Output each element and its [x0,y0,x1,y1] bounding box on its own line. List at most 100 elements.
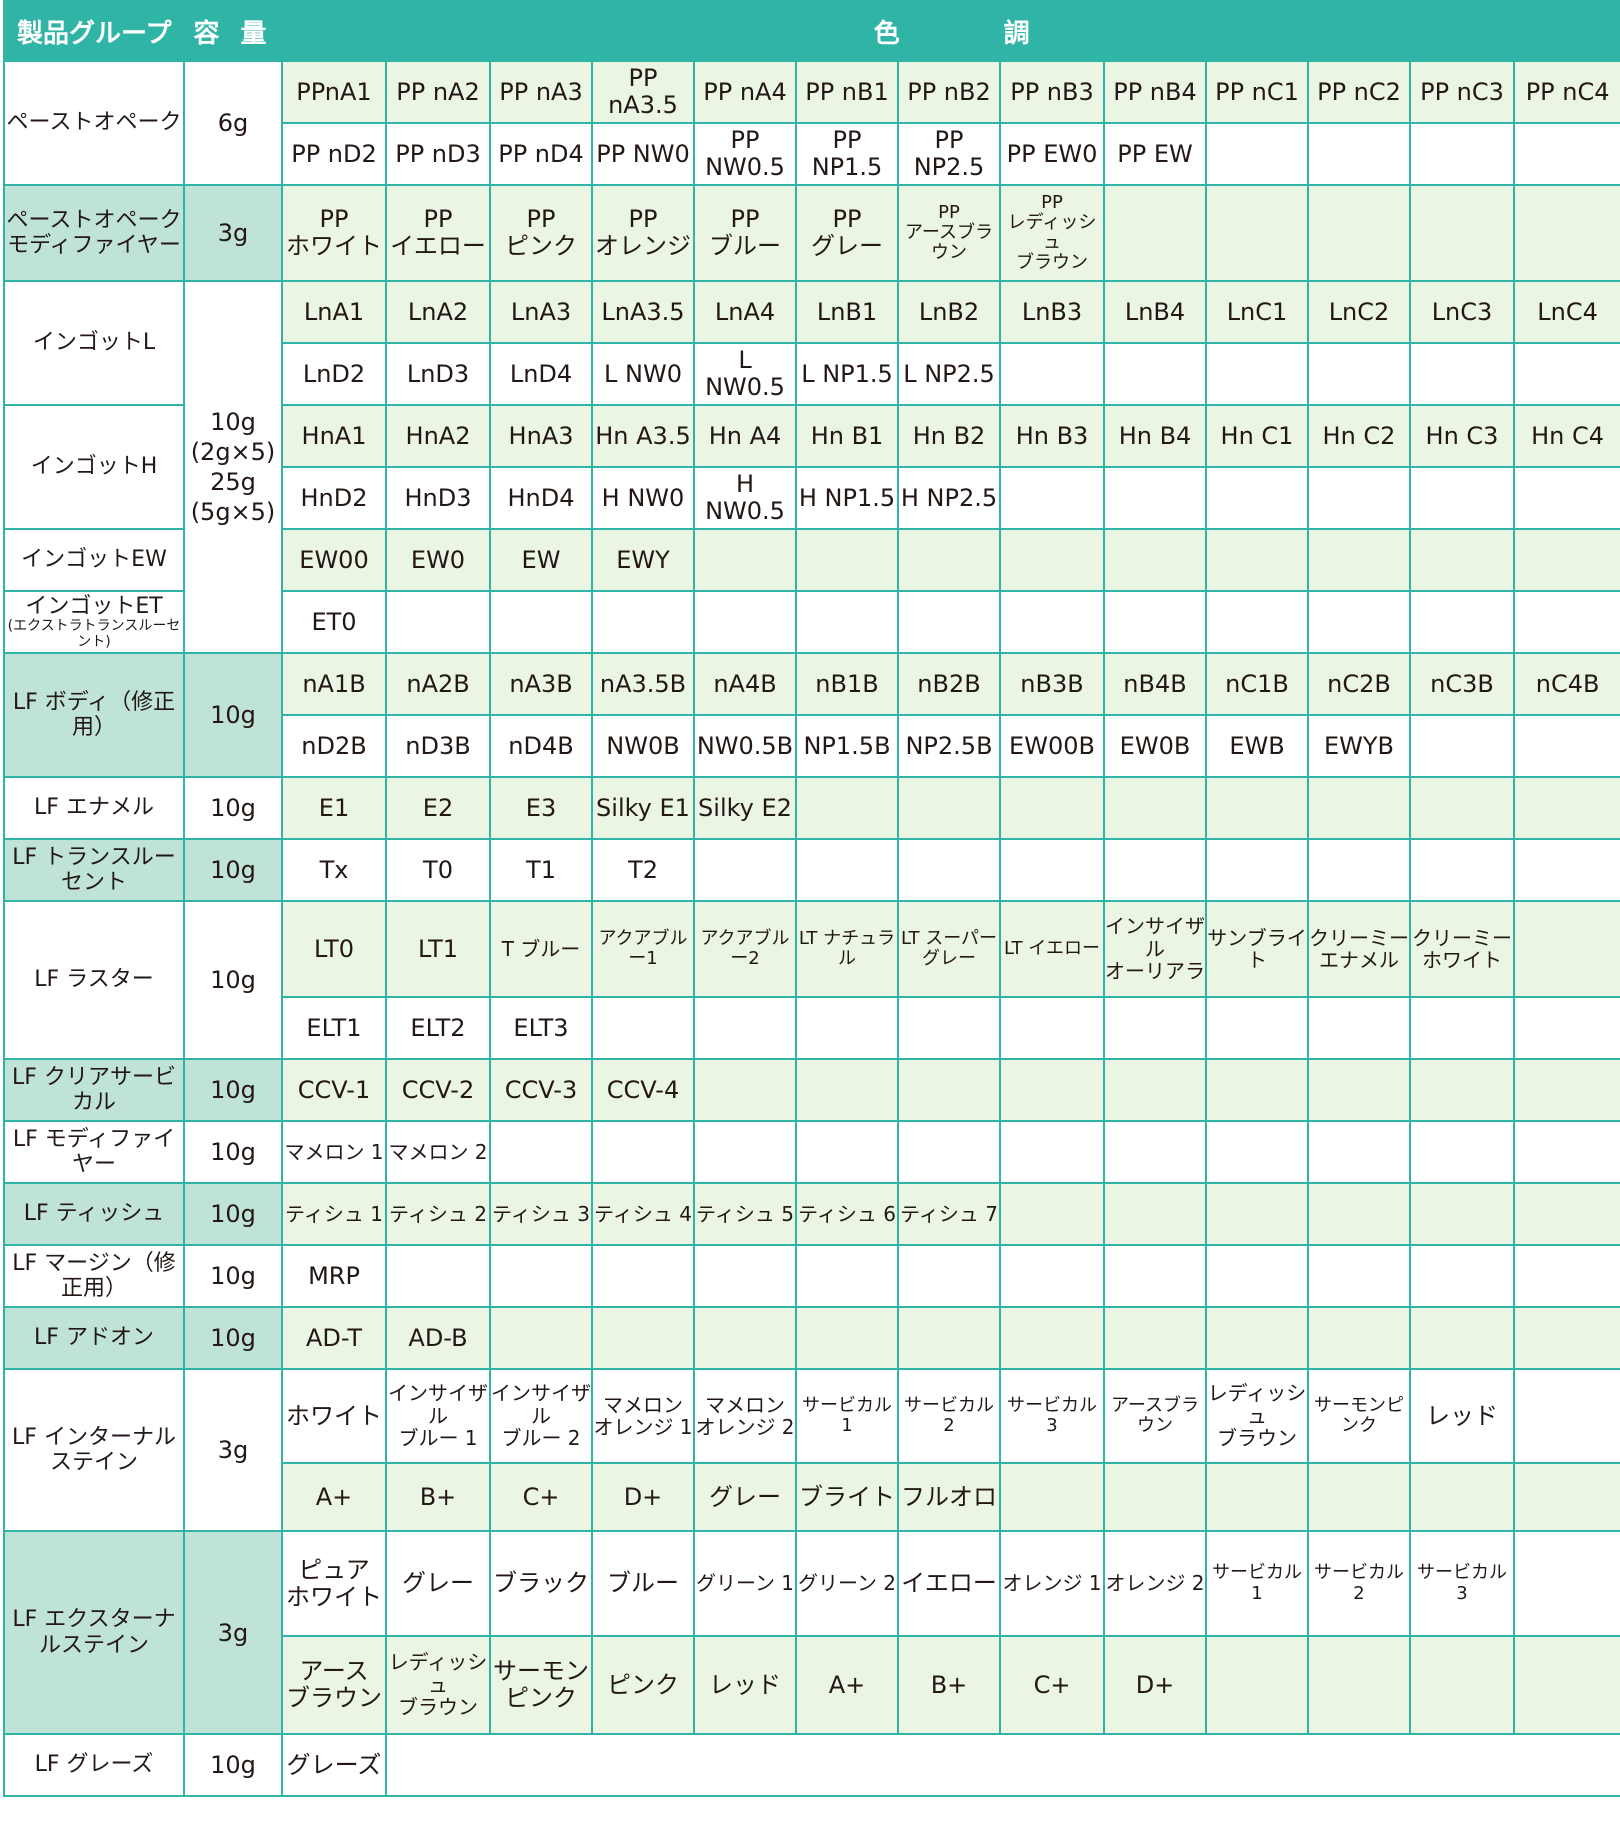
empty-cell [693,1244,797,1308]
empty-cell [693,1058,797,1122]
empty-cell [999,838,1105,902]
color-shade-cell: グリーン 2 [795,1530,899,1637]
color-shade-cell: T2 [591,838,695,902]
color-shade-cell: PPnA1 [281,60,387,124]
color-shade-cell: LnD2 [281,342,387,406]
color-shade-cell: インサイザル ブルー 2 [489,1368,593,1464]
color-shade-cell: サンブライト [1205,900,1309,998]
color-shade-cell: ティシュ 2 [385,1182,491,1246]
empty-cell [1409,528,1515,592]
capacity-cell: 10g (2g×5) 25g (5g×5) [183,280,283,654]
empty-cell [1409,590,1515,654]
empty-cell [384,1733,1620,1797]
empty-cell [1205,1058,1309,1122]
color-shade-cell: HnD3 [385,466,491,530]
empty-cell [897,528,1001,592]
empty-cell [1103,776,1207,840]
empty-cell [693,1306,797,1370]
color-shade-cell: T0 [385,838,491,902]
color-shade-cell: クリーミー ホワイト [1409,900,1515,998]
empty-cell [1103,1120,1207,1184]
empty-cell [489,1306,593,1370]
color-shade-cell: PP EW [1103,122,1207,186]
color-shade-cell: nC1B [1205,652,1309,716]
table-row: ペーストオペーク 6g PPnA1 PP nA2 PP nA3 PP nA3.5 PP nA… [3,60,1620,186]
empty-cell [1103,590,1207,654]
color-shade-cell: nC3B [1409,652,1515,716]
table-row: インゴットL 10g (2g×5) 25g (5g×5) LnA1 LnA2 LnA3 LnA3… [3,280,1620,654]
capacity-cell: 10g [183,900,283,1060]
color-shade-cell: AD-B [385,1306,491,1370]
color-shade-cell: レッド [693,1635,797,1735]
color-shade-cell: フルオロ [897,1462,1001,1532]
color-shade-cell: EWYB [1307,714,1411,778]
empty-cell [1205,184,1309,282]
empty-cell [1307,776,1411,840]
empty-cell [897,1306,1001,1370]
color-shade-cell: E3 [489,776,593,840]
empty-cell [1103,1306,1207,1370]
color-shade-cell: PP nC1 [1205,60,1309,124]
color-shade-cell: PP NP2.5 [897,122,1001,186]
color-shade-cell: HnD2 [281,466,387,530]
empty-cell [489,1120,593,1184]
table-row: LF マージン（修正用） 10g MRP [3,1244,1620,1308]
color-shade-cell: グレー [385,1530,491,1637]
product-group-cell: LF ティッシュ [3,1182,185,1246]
color-shade-cell: サービカル 3 [999,1368,1105,1464]
color-shade-cell: ブルー [591,1530,695,1637]
color-shade-cell: PP ブルー [693,184,797,282]
color-shade-cell: グリーン 1 [693,1530,797,1637]
product-group-cell: インゴットL [3,280,185,406]
color-shade-cell: EW00B [999,714,1105,778]
table-row: LF インターナルステイン 3g ホワイト インサイザル ブルー 1 インサイザル ブルー … [3,1368,1620,1532]
product-group-cell: LF クリアサービカル [3,1058,185,1122]
empty-cell [897,1244,1001,1308]
empty-cell [999,1120,1105,1184]
empty-cell [897,1120,1001,1184]
color-shade-cell: ピンク [591,1635,695,1735]
empty-cell [1512,342,1620,406]
color-shade-cell: PP nD2 [281,122,387,186]
color-shade-cell: LnA3.5 [591,280,695,344]
capacity-cell: 10g [183,1306,283,1370]
color-shade-cell: D+ [1103,1635,1207,1735]
empty-cell [999,1182,1105,1246]
color-shade-cell: Hn C2 [1307,404,1411,468]
empty-cell [999,1244,1105,1308]
empty-cell [1205,996,1309,1060]
empty-cell [385,590,491,654]
product-group-cell: LF エナメル [3,776,185,840]
color-shade-cell: ELT3 [489,996,593,1060]
color-shade-cell: サービカル 1 [1205,1530,1309,1637]
color-shade-cell: H NP1.5 [795,466,899,530]
empty-cell [591,1120,695,1184]
empty-cell [795,838,899,902]
empty-cell [1205,590,1309,654]
empty-cell [489,590,593,654]
capacity-cell: 10g [183,1733,283,1797]
empty-cell [1103,1244,1207,1308]
empty-cell [1307,838,1411,902]
empty-cell [1103,342,1207,406]
empty-cell [1512,1368,1620,1464]
empty-cell [999,776,1105,840]
color-shade-cell: ELT1 [281,996,387,1060]
color-shade-cell: マメロン オレンジ 1 [591,1368,695,1464]
empty-cell [1205,342,1309,406]
color-shade-cell: PP NW0 [591,122,695,186]
color-shade-cell: C+ [999,1635,1105,1735]
empty-cell [1409,714,1515,778]
empty-cell [591,996,695,1060]
color-shade-cell: イエロー [897,1530,1001,1637]
color-shade-cell: Hn B2 [897,404,1001,468]
color-shade-cell: LnB3 [999,280,1105,344]
empty-cell [999,1462,1105,1532]
color-shade-cell: PP ホワイト [281,184,387,282]
empty-cell [1512,1244,1620,1308]
header-group: 製品グループ [3,0,185,62]
color-shade-cell: PP nC4 [1512,60,1620,124]
color-shade-cell: ティシュ 4 [591,1182,695,1246]
color-shade-cell: nB3B [999,652,1105,716]
empty-cell [795,590,899,654]
